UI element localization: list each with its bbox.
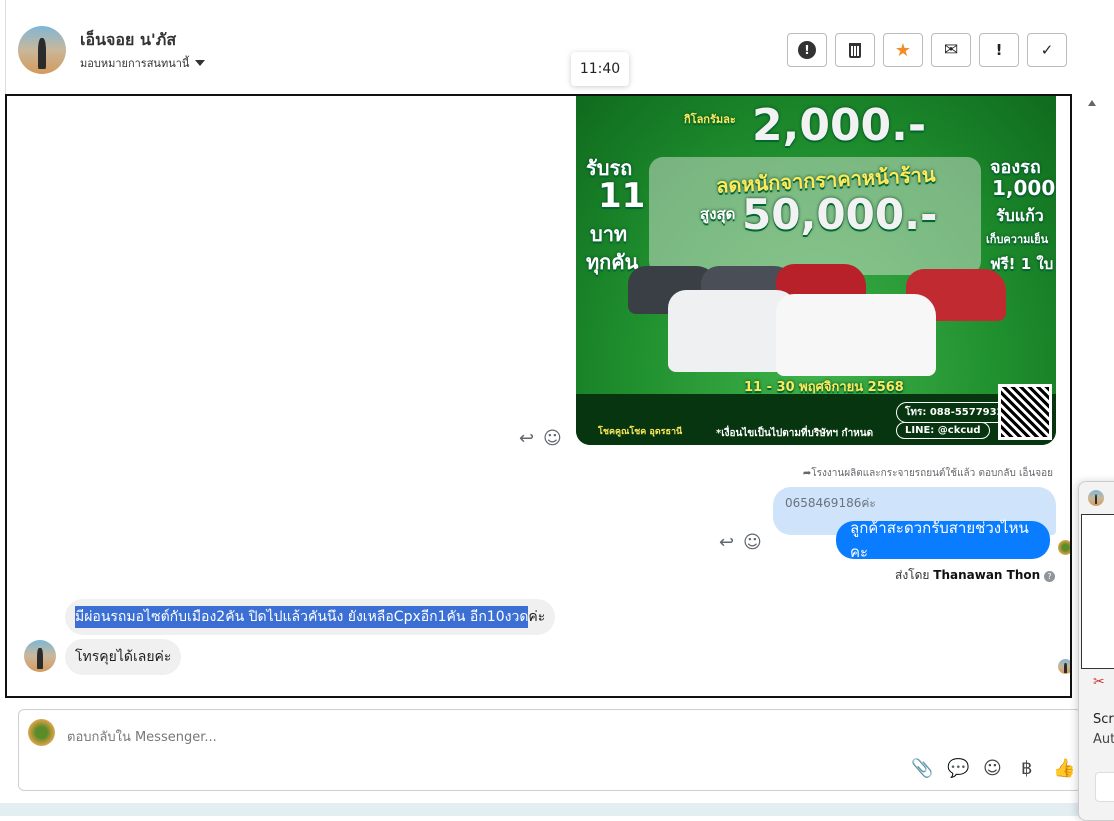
emoji-icon[interactable]: ☺ bbox=[983, 758, 1002, 779]
check-icon: ✓ bbox=[1040, 41, 1054, 59]
assign-label: มอบหมายการสนทนานี้ bbox=[80, 57, 190, 70]
mark-unread-button[interactable]: ✉ bbox=[931, 33, 971, 67]
message-text: โทรคุยได้เลยค่ะ bbox=[75, 649, 172, 665]
assign-conversation-dropdown[interactable]: มอบหมายการสนทนานี้ bbox=[80, 54, 206, 72]
divider bbox=[5, 0, 6, 100]
promo-text: 11 bbox=[598, 176, 646, 216]
screenshot-thumbnail bbox=[1081, 514, 1114, 669]
outgoing-message[interactable]: ลูกค้าสะดวกรับสายช่วงไหนคะ bbox=[836, 519, 1050, 561]
snipping-tool-notification[interactable]: ✂ Scr Aut bbox=[1078, 481, 1114, 821]
message-text: ค่ะ bbox=[528, 609, 546, 625]
delete-button[interactable] bbox=[835, 33, 875, 67]
sent-by-name: Thanawan Thon bbox=[933, 568, 1041, 582]
reply-icon[interactable]: ↩ bbox=[519, 428, 534, 449]
like-icon[interactable]: 👍 bbox=[1053, 758, 1075, 779]
brand-name: โชคคูณโชค อุดรธานี bbox=[598, 427, 683, 437]
contact-avatar bbox=[24, 640, 56, 672]
scissors-icon: ✂ bbox=[1093, 674, 1105, 690]
sent-by-prefix: ส่งโดย bbox=[895, 568, 930, 582]
popup-button[interactable] bbox=[1095, 772, 1114, 802]
star-icon: ★ bbox=[894, 39, 912, 61]
timestamp-tooltip: 11:40 bbox=[571, 52, 629, 86]
price-prefix: กิโลกรัมละ bbox=[684, 113, 736, 126]
chevron-down-icon bbox=[195, 60, 206, 66]
selected-text: มีผ่อนรถมอไซต์กับเมือง2คัน ปิดไปแล้วคันน… bbox=[75, 606, 529, 628]
help-icon[interactable]: ? bbox=[1044, 571, 1055, 582]
incoming-message[interactable]: โทรคุยได้เลยค่ะ bbox=[65, 639, 182, 675]
promo-image[interactable]: กิโลกรัมละ 2,000.- รับรถ 11 บาท ทุกคัน ล… bbox=[576, 96, 1056, 445]
qr-code bbox=[998, 384, 1052, 440]
follow-up-button[interactable]: ! bbox=[979, 33, 1019, 67]
scroll-up-arrow[interactable] bbox=[1088, 100, 1096, 106]
reply-composer[interactable]: ตอบกลับใน Messenger... 📎 💬 ☺ ฿ 👍 bbox=[18, 709, 1082, 791]
saved-reply-icon[interactable]: 💬 bbox=[947, 758, 969, 779]
reply-icon[interactable]: ↩ bbox=[719, 532, 734, 553]
reply-context: ➦โรงงานผลิตและกระจายรถยนต์ใช้แล้ว ตอบกลั… bbox=[803, 466, 1053, 481]
star-button[interactable]: ★ bbox=[883, 33, 923, 67]
attachment-icon[interactable]: 📎 bbox=[911, 758, 933, 779]
trash-icon bbox=[849, 42, 861, 58]
emoji-react-icon[interactable]: ☺ bbox=[743, 532, 762, 553]
max-prefix: สูงสุด bbox=[700, 205, 736, 223]
exclamation-circle-icon: ! bbox=[798, 41, 816, 59]
taskbar-strip bbox=[0, 803, 1114, 816]
spam-button[interactable]: ! bbox=[787, 33, 827, 67]
done-button[interactable]: ✓ bbox=[1027, 33, 1067, 67]
contact-name[interactable]: เอ็นจอย น'ภัส bbox=[80, 28, 176, 53]
envelope-open-icon: ✉ bbox=[943, 40, 959, 60]
baht-payment-icon[interactable]: ฿ bbox=[1021, 758, 1032, 779]
reply-input[interactable]: ตอบกลับใน Messenger... bbox=[67, 726, 217, 747]
promo-text: 1,000 bbox=[992, 176, 1056, 200]
popup-subtitle: Aut bbox=[1093, 732, 1114, 747]
page-avatar bbox=[1058, 540, 1070, 555]
car-image bbox=[776, 294, 936, 376]
conversation-panel: กิโลกรัมละ 2,000.- รับรถ 11 บาท ทุกคัน ล… bbox=[5, 94, 1072, 698]
incoming-message[interactable]: มีผ่อนรถมอไซต์กับเมือง2คัน ปิดไปแล้วคันน… bbox=[65, 599, 556, 635]
promo-text: ฟรี! 1 ใบ bbox=[990, 255, 1054, 273]
contact-avatar[interactable] bbox=[18, 26, 66, 74]
popup-title: Scr bbox=[1093, 712, 1114, 727]
promo-text: รับแก้ว bbox=[996, 206, 1044, 225]
price: 2,000.- bbox=[752, 100, 927, 151]
max-discount: 50,000.- bbox=[742, 190, 938, 239]
line-id: LINE: @ckcud bbox=[896, 422, 990, 439]
terms: *เงื่อนไขเป็นไปตามที่บริษัทฯ กำหนด bbox=[716, 428, 874, 439]
page-avatar bbox=[28, 719, 55, 746]
phone: โทร: 088-5577932 bbox=[896, 402, 1013, 423]
reply-context-text: โรงงานผลิตและกระจายรถยนต์ใช้แล้ว ตอบกลับ… bbox=[811, 468, 1053, 479]
emoji-react-icon[interactable]: ☺ bbox=[543, 428, 562, 449]
promo-text: เก็บความเย็น bbox=[986, 233, 1049, 246]
sent-by: ส่งโดย Thanawan Thon ? bbox=[895, 566, 1055, 585]
thumbnail-avatar bbox=[1088, 490, 1104, 506]
seen-avatar bbox=[1058, 659, 1070, 674]
exclamation-icon: ! bbox=[995, 41, 1003, 59]
